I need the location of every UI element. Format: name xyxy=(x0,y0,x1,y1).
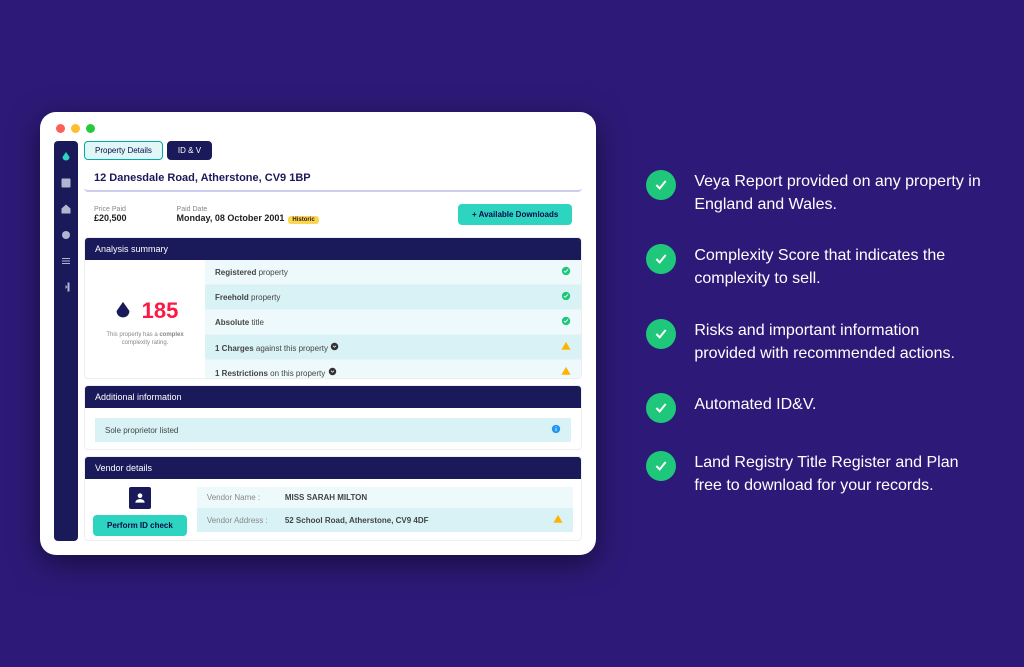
info-icon[interactable] xyxy=(551,424,561,436)
vendor-title: Vendor details xyxy=(85,457,581,479)
analysis-panel: Analysis summary 185 This property has a… xyxy=(84,237,582,379)
property-address: 12 Danesdale Road, Atherstone, CV9 1BP xyxy=(84,166,582,192)
price-value: £20,500 xyxy=(94,213,127,223)
minimize-icon[interactable] xyxy=(71,124,80,133)
vendor-address-row: Vendor Address : 52 School Road, Atherst… xyxy=(197,508,574,532)
logout-icon[interactable] xyxy=(60,281,72,293)
analysis-row: Absolute title xyxy=(205,310,581,335)
property-meta: Price Paid £20,500 Paid Date Monday, 08 … xyxy=(84,198,582,231)
maximize-icon[interactable] xyxy=(86,124,95,133)
tabs: Property Details ID & V xyxy=(84,141,582,160)
feature-item: Veya Report provided on any property in … xyxy=(646,170,984,216)
feature-text: Automated ID&V. xyxy=(694,393,816,423)
paid-date-label: Paid Date xyxy=(177,206,319,213)
price-label: Price Paid xyxy=(94,206,127,213)
main-content: Property Details ID & V 12 Danesdale Roa… xyxy=(84,141,582,541)
brand-logo-icon xyxy=(112,300,134,322)
check-icon xyxy=(561,291,571,301)
check-icon xyxy=(646,451,676,481)
logo-icon xyxy=(60,151,72,163)
check-icon xyxy=(561,316,571,326)
vendor-panel: Vendor details Perform ID check Vendor N… xyxy=(84,456,582,541)
analysis-row: Freehold property xyxy=(205,285,581,310)
sidebar xyxy=(54,141,78,541)
additional-panel: Additional information Sole proprietor l… xyxy=(84,385,582,450)
chevron-down-icon[interactable] xyxy=(330,342,339,351)
avatar xyxy=(129,487,151,509)
dashboard-icon[interactable] xyxy=(60,177,72,189)
warning-icon xyxy=(553,514,563,526)
feature-list: Veya Report provided on any property in … xyxy=(646,170,984,498)
available-downloads-button[interactable]: + Available Downloads xyxy=(458,204,572,225)
list-icon[interactable] xyxy=(60,255,72,267)
complexity-note: This property has a complex complexity r… xyxy=(95,332,195,346)
tab-idv[interactable]: ID & V xyxy=(167,141,212,160)
feature-item: Complexity Score that indicates the comp… xyxy=(646,244,984,290)
complexity-score-value: 185 xyxy=(142,298,179,324)
check-icon xyxy=(646,244,676,274)
perform-id-check-button[interactable]: Perform ID check xyxy=(93,515,187,536)
analysis-row: 1 Restrictions on this property xyxy=(205,360,581,379)
sole-proprietor-row: Sole proprietor listed xyxy=(95,418,571,442)
window-controls xyxy=(54,120,582,141)
warning-icon xyxy=(561,341,571,351)
home-icon[interactable] xyxy=(60,203,72,215)
close-icon[interactable] xyxy=(56,124,65,133)
feature-item: Land Registry Title Register and Plan fr… xyxy=(646,451,984,497)
analysis-title: Analysis summary xyxy=(85,238,581,260)
check-icon xyxy=(561,266,571,276)
feature-text: Complexity Score that indicates the comp… xyxy=(694,244,984,290)
analysis-row: Registered property xyxy=(205,260,581,285)
analysis-row: 1 Charges against this property xyxy=(205,335,581,360)
feature-item: Automated ID&V. xyxy=(646,393,984,423)
feature-text: Risks and important information provided… xyxy=(694,319,984,365)
complexity-score: 185 This property has a complex complexi… xyxy=(85,260,205,379)
device-frame: Property Details ID & V 12 Danesdale Roa… xyxy=(40,112,596,555)
chevron-down-icon[interactable] xyxy=(328,367,337,376)
additional-title: Additional information xyxy=(85,386,581,408)
paid-date-value: Monday, 08 October 2001Historic xyxy=(177,213,319,223)
vendor-name-row: Vendor Name : MISS SARAH MILTON xyxy=(197,487,574,508)
feature-item: Risks and important information provided… xyxy=(646,319,984,365)
check-icon xyxy=(646,393,676,423)
gear-icon[interactable] xyxy=(60,229,72,241)
tab-property-details[interactable]: Property Details xyxy=(84,141,163,160)
check-icon xyxy=(646,319,676,349)
analysis-list: Registered propertyFreehold propertyAbso… xyxy=(205,260,581,379)
historic-badge: Historic xyxy=(288,216,318,224)
check-icon xyxy=(646,170,676,200)
user-icon xyxy=(133,491,147,505)
feature-text: Veya Report provided on any property in … xyxy=(694,170,984,216)
feature-text: Land Registry Title Register and Plan fr… xyxy=(694,451,984,497)
warning-icon xyxy=(561,366,571,376)
